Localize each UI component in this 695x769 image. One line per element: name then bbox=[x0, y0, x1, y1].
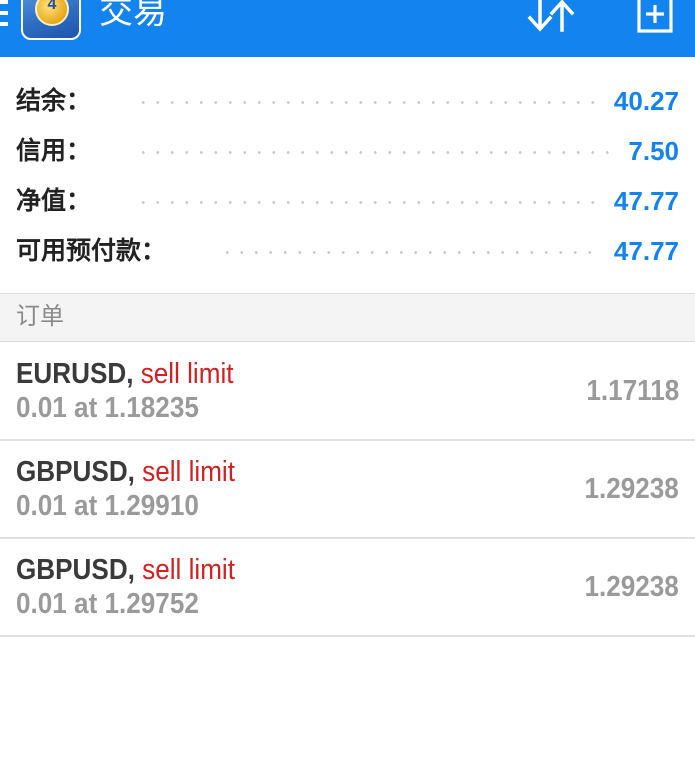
app-logo: 4 bbox=[21, 0, 81, 40]
page-title: 交易 bbox=[99, 0, 167, 31]
order-detail: 0.01 at 1.18235 bbox=[16, 392, 199, 424]
order-symbol: EURUSD, bbox=[16, 358, 134, 390]
order-current-price: 1.29238 bbox=[584, 571, 679, 603]
equity-row: 净值： 47.77 bbox=[0, 186, 695, 216]
order-current-price: 1.29238 bbox=[584, 473, 679, 505]
balance-label: 结余： bbox=[16, 87, 92, 115]
dotted-leader bbox=[136, 151, 610, 154]
free-margin-row: 可用预付款： 47.77 bbox=[0, 236, 695, 266]
dotted-leader bbox=[136, 201, 596, 204]
order-title: GBPUSD, sell limit bbox=[16, 455, 235, 489]
order-symbol: GBPUSD, bbox=[16, 456, 135, 488]
order-type: sell limit bbox=[140, 358, 234, 390]
credit-value: 7.50 bbox=[628, 136, 679, 166]
order-symbol: GBPUSD, bbox=[16, 554, 135, 586]
balance-row: 结余： 40.27 bbox=[0, 86, 695, 116]
credit-row: 信用： 7.50 bbox=[0, 136, 695, 166]
balance-value: 40.27 bbox=[613, 86, 679, 116]
equity-label: 净值： bbox=[16, 187, 92, 215]
add-order-icon[interactable] bbox=[636, 0, 674, 34]
app-bar: 4 交易 bbox=[0, 0, 695, 57]
logo-badge: 4 bbox=[47, 0, 57, 13]
dotted-leader bbox=[220, 251, 596, 254]
sort-icon[interactable] bbox=[526, 0, 576, 32]
order-current-price: 1.17118 bbox=[586, 375, 679, 407]
order-row[interactable]: GBPUSD, sell limit 0.01 at 1.29910 1.292… bbox=[0, 441, 695, 539]
dotted-leader bbox=[136, 101, 596, 104]
order-detail: 0.01 at 1.29752 bbox=[16, 588, 199, 620]
free-margin-label: 可用预付款： bbox=[16, 237, 167, 265]
order-type: sell limit bbox=[142, 554, 235, 586]
credit-label: 信用： bbox=[16, 137, 92, 165]
orders-section-title: 订单 bbox=[16, 303, 64, 330]
free-margin-value: 47.77 bbox=[613, 236, 679, 266]
order-title: EURUSD, sell limit bbox=[16, 357, 234, 391]
equity-value: 47.77 bbox=[613, 186, 679, 216]
menu-icon[interactable] bbox=[0, 0, 8, 30]
order-detail: 0.01 at 1.29910 bbox=[16, 490, 199, 522]
order-row[interactable]: EURUSD, sell limit 0.01 at 1.18235 1.171… bbox=[0, 343, 695, 441]
order-row[interactable]: GBPUSD, sell limit 0.01 at 1.29752 1.292… bbox=[0, 539, 695, 637]
order-title: GBPUSD, sell limit bbox=[16, 553, 235, 587]
orders-section-header: 订单 bbox=[0, 293, 695, 342]
order-type: sell limit bbox=[142, 456, 235, 488]
